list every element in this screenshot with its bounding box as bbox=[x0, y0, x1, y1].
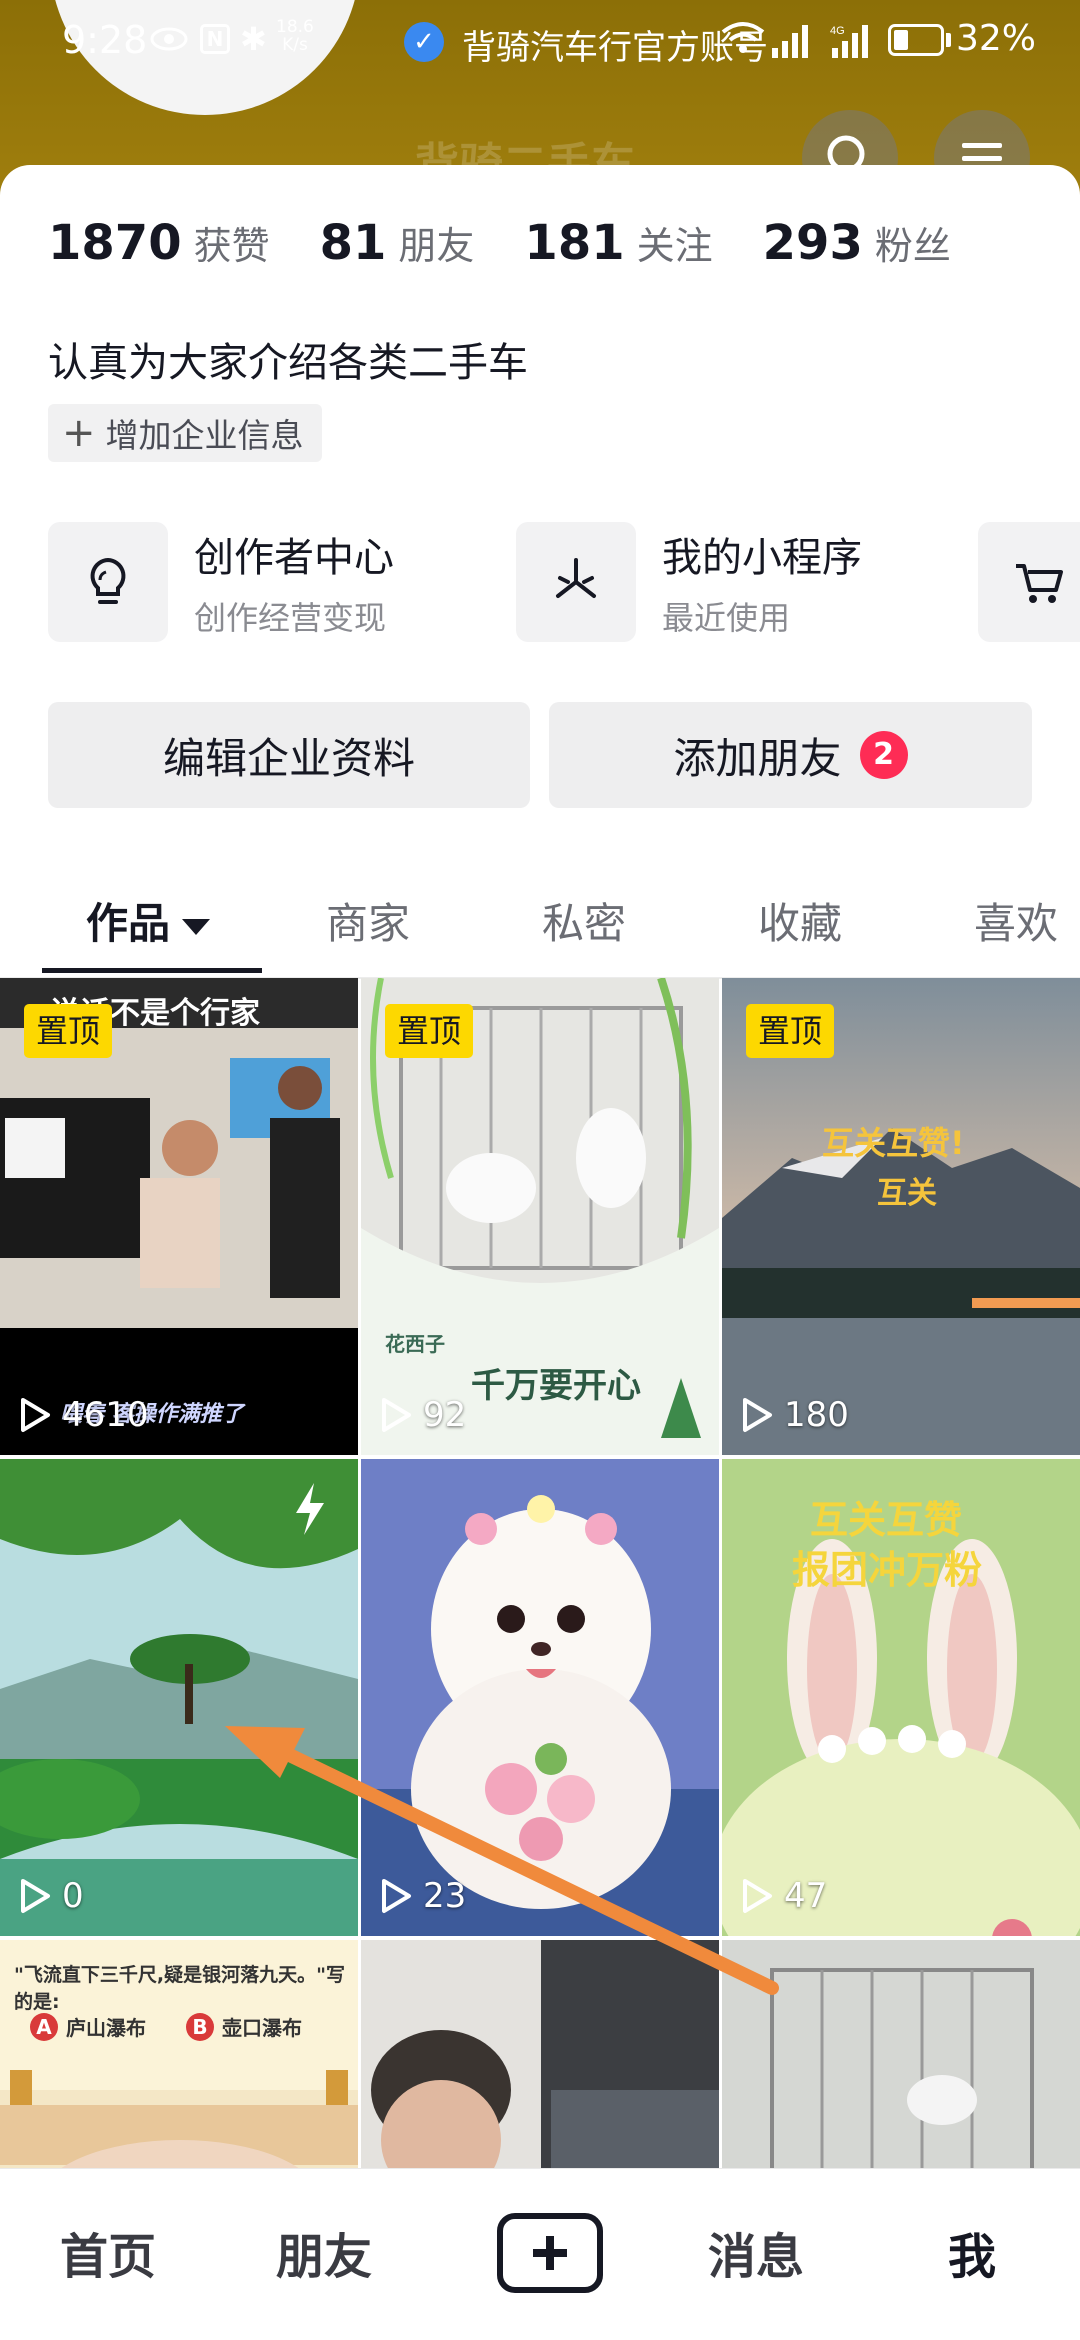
battery-level bbox=[894, 30, 908, 50]
stat-followers[interactable]: 293 粉丝 bbox=[763, 215, 951, 271]
feature-subtitle: 最近使用 bbox=[662, 599, 791, 637]
mini-program-entry[interactable]: 我的小程序 最近使用 bbox=[516, 522, 862, 642]
feature-title: 我的小程序 bbox=[662, 535, 862, 581]
stat-label: 获赞 bbox=[193, 224, 270, 268]
account-name: 背骑汽车行官方账号 bbox=[462, 28, 768, 68]
battery-percent: 32% bbox=[956, 18, 1037, 59]
feature-title: 创作者中心 bbox=[194, 535, 394, 581]
feature-subtitle: 创作经营变现 bbox=[194, 599, 387, 637]
eye-icon bbox=[150, 27, 188, 51]
svg-text:4G: 4G bbox=[830, 25, 845, 37]
lightbulb-icon bbox=[48, 522, 168, 642]
battery-icon bbox=[888, 24, 944, 56]
tab-merchant[interactable]: 商家 bbox=[326, 890, 410, 951]
asterisk-icon bbox=[516, 522, 636, 642]
add-business-info-button[interactable]: + 增加企业信息 bbox=[48, 404, 322, 462]
nav-home[interactable]: 首页 bbox=[60, 2217, 156, 2287]
nav-messages[interactable]: 消息 bbox=[708, 2217, 804, 2287]
nav-friends[interactable]: 朋友 bbox=[276, 2217, 372, 2287]
stat-number: 293 bbox=[762, 215, 863, 271]
stats-row: 1870 获赞 81 朋友 181 关注 293 粉丝 bbox=[48, 215, 1001, 275]
bottom-navigation: 首页 朋友 消息 我 bbox=[0, 2168, 1080, 2340]
verified-icon: ✓ bbox=[404, 22, 444, 62]
tab-favorites[interactable]: 收藏 bbox=[758, 890, 842, 951]
tab-private[interactable]: 私密 bbox=[542, 890, 626, 951]
stat-number: 181 bbox=[524, 215, 625, 271]
plus-icon: + bbox=[62, 410, 96, 456]
add-friend-button[interactable]: 添加朋友 2 bbox=[549, 702, 1032, 808]
edit-business-profile-button[interactable]: 编辑企业资料 bbox=[48, 702, 530, 808]
stat-label: 关注 bbox=[636, 224, 713, 268]
notification-badge: 2 bbox=[859, 731, 908, 779]
video-grid: 说话不是个行家 喂春 客操作满推了 置顶 4610 花西子 千万要开心 置顶 9… bbox=[0, 978, 1080, 2168]
tab-label: 作品 bbox=[86, 899, 171, 948]
add-business-info-label: 增加企业信息 bbox=[105, 416, 304, 455]
tab-indicator bbox=[42, 968, 262, 973]
shop-entry[interactable] bbox=[978, 522, 1080, 642]
edit-business-profile-label: 编辑企业资料 bbox=[162, 733, 415, 783]
stat-following[interactable]: 181 关注 bbox=[524, 215, 712, 271]
nav-me[interactable]: 我 bbox=[948, 2217, 996, 2287]
creator-center-entry[interactable]: 创作者中心 创作经营变现 bbox=[48, 522, 394, 642]
battery-tip bbox=[946, 33, 951, 47]
tab-likes[interactable]: 喜欢 bbox=[974, 890, 1058, 951]
cart-icon bbox=[978, 522, 1080, 642]
stat-number: 1870 bbox=[48, 215, 182, 271]
network-speed: 18.6 K/s bbox=[276, 18, 314, 54]
content-tabs: 作品 商家 私密 收藏 喜欢 bbox=[0, 880, 1080, 980]
plus-icon bbox=[533, 2236, 567, 2270]
stat-label: 粉丝 bbox=[874, 224, 951, 268]
nfc-icon: N bbox=[200, 24, 230, 54]
signal-4g-icon: 4G bbox=[830, 25, 868, 58]
network-speed-value: 18.6 bbox=[276, 17, 314, 37]
post-button[interactable] bbox=[497, 2213, 603, 2293]
bio-text: 认真为大家介绍各类二手车 bbox=[48, 340, 528, 386]
stat-number: 81 bbox=[319, 215, 387, 271]
stat-label: 朋友 bbox=[398, 224, 475, 268]
caret-down-icon bbox=[182, 918, 211, 935]
signal-icon bbox=[772, 25, 808, 58]
add-friend-label: 添加朋友 bbox=[673, 733, 842, 783]
status-time: 9:28 bbox=[62, 18, 148, 62]
stat-likes[interactable]: 1870 获赞 bbox=[48, 215, 270, 271]
tab-works[interactable]: 作品 bbox=[86, 890, 211, 951]
stat-friends[interactable]: 81 朋友 bbox=[320, 215, 475, 271]
annotation-arrow bbox=[225, 1726, 779, 1995]
network-speed-unit: K/s bbox=[282, 35, 308, 55]
bluetooth-icon: ✱ bbox=[240, 20, 267, 58]
